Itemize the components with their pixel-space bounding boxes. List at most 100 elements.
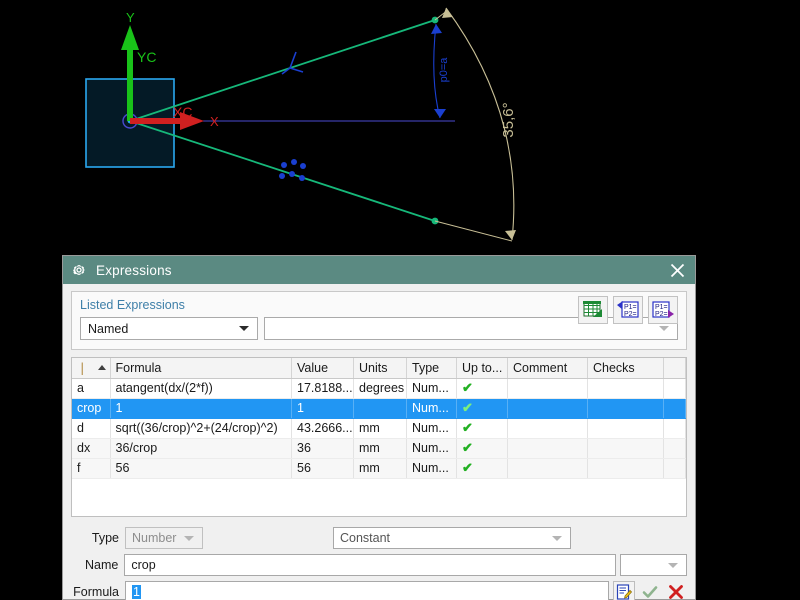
table-row[interactable]: f 56 56 mm Num... ✔ <box>72 458 686 479</box>
name-unit-dropdown[interactable] <box>619 554 687 576</box>
column-header-checks[interactable]: Checks <box>587 358 664 379</box>
column-header-comment[interactable]: Comment <box>507 358 588 379</box>
formula-input[interactable]: 1 <box>125 581 609 600</box>
cancel-button[interactable] <box>665 581 687 600</box>
type-dropdown-value: Number <box>132 531 177 545</box>
cell-value: 43.2666... <box>291 418 354 439</box>
cell-type: Num... <box>406 438 457 459</box>
cell-name: a <box>72 378 111 399</box>
expressions-toolbar: P1= P2= P1= P2= <box>578 296 678 324</box>
cell-units: degrees <box>353 378 407 399</box>
gear-icon <box>73 265 85 275</box>
table-header: ❘ Formula Value Units Type Up to... Comm… <box>72 358 686 379</box>
name-input[interactable]: crop <box>124 554 616 576</box>
cell-comment <box>507 438 588 459</box>
cell-spacer <box>663 398 686 419</box>
cell-up-to-date: ✔ <box>456 418 508 439</box>
cell-type: Num... <box>406 418 457 439</box>
name-label: Name <box>85 558 119 572</box>
cell-formula: 56 <box>110 458 292 479</box>
fov-line-lower[interactable] <box>129 120 436 222</box>
formula-row: Formula 1 <box>71 580 687 600</box>
cell-value: 1 <box>291 398 354 419</box>
cell-units <box>353 398 407 419</box>
cell-spacer <box>663 438 686 459</box>
svg-text:P1=: P1= <box>624 304 637 311</box>
angle-dim-arrow-top <box>431 24 442 34</box>
cell-comment <box>507 458 588 479</box>
up-to-date-check-icon: ✔ <box>462 460 473 475</box>
table-header-row: ❘ Formula Value Units Type Up to... Comm… <box>72 358 686 379</box>
cad-viewport[interactable]: 35,6° p0=a Y YC X XC <box>0 0 800 256</box>
type-dropdown[interactable]: Number <box>125 527 203 549</box>
spreadsheet-button[interactable] <box>578 296 608 324</box>
chevron-down-icon <box>659 326 669 331</box>
formula-label: Formula <box>73 585 119 599</box>
column-header-name[interactable]: ❘ <box>72 358 111 379</box>
export-expressions-button[interactable]: P1= P2= <box>648 296 678 324</box>
formula-input-value: 1 <box>132 585 141 599</box>
cell-checks <box>587 398 664 419</box>
angle-dim-arrow-bottom <box>434 109 446 118</box>
cell-name: crop <box>72 398 111 419</box>
cell-comment <box>507 378 588 399</box>
column-header-type[interactable]: Type <box>406 358 457 379</box>
xc-axis-label: XC <box>173 104 192 120</box>
import-expressions-button[interactable]: P1= P2= <box>613 296 643 324</box>
constant-dropdown[interactable]: Constant <box>333 527 571 549</box>
expression-editor-form: Type Number Constant Name crop Formula 1 <box>71 526 687 600</box>
column-header-units[interactable]: Units <box>353 358 407 379</box>
table-row[interactable]: a atangent(dx/(2*f)) 17.8188... degrees Num.… <box>72 378 686 399</box>
yc-axis-label: YC <box>137 49 156 65</box>
screen: 35,6° p0=a Y YC X XC Expressions Listed … <box>0 0 800 600</box>
cell-checks <box>587 438 664 459</box>
cell-type: Num... <box>406 398 457 419</box>
chevron-down-icon <box>239 326 249 331</box>
cell-spacer <box>663 378 686 399</box>
cell-checks <box>587 458 664 479</box>
type-label: Type <box>91 531 119 545</box>
cell-formula: 36/crop <box>110 438 292 459</box>
column-header-formula[interactable]: Formula <box>110 358 292 379</box>
expressions-table-container[interactable]: ❘ Formula Value Units Type Up to... Comm… <box>71 357 687 517</box>
dialog-titlebar[interactable]: Expressions <box>63 256 695 284</box>
chevron-down-icon <box>668 562 678 568</box>
svg-text:P2=: P2= <box>624 311 637 318</box>
arc-angle-label[interactable]: 35,6° <box>500 102 517 137</box>
cell-formula: atangent(dx/(2*f)) <box>110 378 292 399</box>
table-row[interactable]: crop 1 1 Num... ✔ <box>72 398 686 419</box>
constraint-dots-lower[interactable] <box>279 159 306 181</box>
cell-units: mm <box>353 458 407 479</box>
close-icon[interactable] <box>665 258 689 282</box>
cell-formula: sqrt((36/crop)^2+(24/crop)^2) <box>110 418 292 439</box>
cell-name: d <box>72 418 111 439</box>
cell-up-to-date: ✔ <box>456 438 508 459</box>
formula-editor-button[interactable] <box>613 581 635 600</box>
cad-geometry: 35,6° p0=a Y YC X XC <box>85 7 517 242</box>
cell-value: 36 <box>291 438 354 459</box>
scope-dropdown-value: Named <box>88 321 129 336</box>
cell-comment <box>507 418 588 439</box>
cell-value: 56 <box>291 458 354 479</box>
cell-up-to-date: ✔ <box>456 458 508 479</box>
type-row: Type Number Constant <box>71 526 687 550</box>
scope-dropdown[interactable]: Named <box>80 317 258 340</box>
table-body: a atangent(dx/(2*f)) 17.8188... degrees Num.… <box>72 378 686 479</box>
cell-type: Num... <box>406 458 457 479</box>
table-row[interactable]: d sqrt((36/crop)^2+(24/crop)^2) 43.2666...… <box>72 418 686 439</box>
cell-formula: 1 <box>110 398 292 419</box>
constraint-marker-upper[interactable] <box>281 51 304 75</box>
chevron-down-icon <box>552 535 562 541</box>
svg-text:P2=: P2= <box>655 311 668 318</box>
cell-checks <box>587 378 664 399</box>
column-header-up-to-date[interactable]: Up to... <box>456 358 508 379</box>
cell-value: 17.8188... <box>291 378 354 399</box>
expressions-dialog: Expressions Listed Expressions Named P1=… <box>62 255 696 600</box>
column-header-value[interactable]: Value <box>291 358 354 379</box>
table-row[interactable]: dx 36/crop 36 mm Num... ✔ <box>72 438 686 459</box>
cell-up-to-date: ✔ <box>456 398 508 419</box>
cell-units: mm <box>353 418 407 439</box>
accept-button[interactable] <box>639 581 661 600</box>
up-to-date-check-icon: ✔ <box>462 420 473 435</box>
angle-expression-label[interactable]: p0=a <box>438 57 450 83</box>
